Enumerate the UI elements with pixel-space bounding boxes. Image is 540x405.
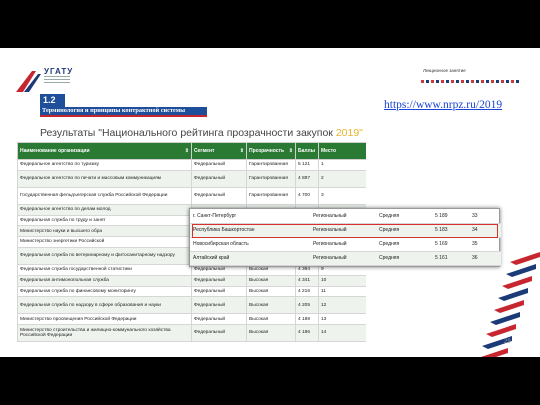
table-cell: Федеральный	[191, 159, 247, 171]
table-cell: Высокая	[246, 285, 296, 298]
table-cell: 12	[318, 296, 366, 315]
table-cell: Министерство строительства и жилищно-ком…	[17, 324, 192, 343]
heading-prefix: Результаты "Национального рейтинга прозр…	[40, 127, 336, 139]
page-number: 29	[504, 339, 511, 345]
regional-row[interactable]: Алтайский край Региональный Средняя 5 161 36	[190, 251, 501, 266]
table-cell: Гарантированная	[246, 169, 296, 188]
regional-cell: Средняя	[376, 251, 432, 266]
table-cell: Федеральная служба по труду и занят	[17, 214, 192, 227]
table-row[interactable]: Федеральная служба по финансовому монито…	[17, 285, 366, 298]
table-cell: Федеральная служба по надзору в сфере об…	[17, 296, 192, 315]
column-header-transparency[interactable]: Прозрачность ⇕	[246, 142, 296, 160]
table-cell: Федеральная служба по ветеринарному и фи…	[17, 246, 192, 265]
decorative-stripe	[486, 324, 516, 337]
table-row[interactable]: Министерство просвещения Российской Феде…	[17, 313, 366, 326]
regional-cell: г. Санкт-Петербург	[190, 209, 310, 224]
table-row[interactable]: Министерство строительства и жилищно-ком…	[17, 324, 366, 343]
table-cell: Федеральный	[191, 313, 247, 326]
regional-cell: Региональный	[310, 237, 376, 252]
table-row[interactable]: Федеральное агентство по печати и массов…	[17, 169, 366, 188]
table-cell: Гарантированная	[246, 159, 296, 171]
decorative-stripes-icon	[481, 252, 540, 357]
table-cell: 4 700	[295, 186, 319, 205]
table-cell: 4 216	[295, 285, 319, 298]
table-cell: Федеральное агентство по делам молод	[17, 203, 192, 216]
regional-row[interactable]: Новосибирская область Региональный Средняя…	[190, 237, 501, 252]
decorative-stripe	[510, 252, 540, 265]
table-cell: Федеральная антимонопольная служба	[17, 274, 192, 287]
table-cell: 1	[318, 159, 366, 171]
decorative-stripe	[421, 80, 521, 83]
lecture-caption: Лекционное занятие	[423, 68, 466, 73]
table-cell: Федеральная служба по финансовому монито…	[17, 285, 192, 298]
regional-cell: Региональный	[310, 209, 376, 224]
column-header-segment[interactable]: Сегмент ⇕	[191, 142, 247, 160]
table-cell: 4 205	[295, 296, 319, 315]
regional-cell: Новосибирская область	[190, 237, 310, 252]
topic-bar: Терминология и принципы контрактной сист…	[40, 107, 207, 115]
logo-text: УГАТУ	[44, 67, 74, 76]
column-header-organization[interactable]: Наименование организации ⇕	[17, 142, 192, 160]
table-cell: 3	[318, 186, 366, 205]
decorative-stripe	[502, 276, 532, 289]
regional-popup: г. Санкт-Петербург Региональный Средняя 5 1…	[189, 208, 501, 267]
regional-cell: Региональный	[310, 251, 376, 266]
table-cell: 5 121	[295, 159, 319, 171]
regional-cell: 33	[469, 209, 501, 224]
table-cell: Гарантированная	[246, 186, 296, 205]
decorative-stripe	[498, 288, 528, 301]
table-cell: 14	[318, 324, 366, 343]
column-header-points[interactable]: Баллы	[295, 142, 319, 160]
decorative-stripe	[506, 264, 536, 277]
table-cell: Министерство просвещения Российской Феде…	[17, 313, 192, 326]
table-cell: Высокая	[246, 274, 296, 287]
table-row[interactable]: Федеральное агентство по туризму Федераль…	[17, 159, 366, 171]
slide-heading: Результаты "Национального рейтинга прозр…	[40, 127, 363, 139]
slide: УГАТУ Лекционное занятие 1.2 Терминологи…	[0, 48, 540, 357]
topic-bar-underline	[40, 115, 207, 117]
decorative-stripe	[490, 312, 520, 325]
decorative-stripe	[481, 348, 508, 357]
heading-suffix: "	[359, 127, 363, 139]
table-cell: Федеральное агентство по печати и массов…	[17, 169, 192, 188]
table-cell: Федеральная служба государственной стати…	[17, 263, 192, 276]
column-header-place[interactable]: Место	[318, 142, 366, 160]
table-row[interactable]: Федеральная антимонопольная служба Федера…	[17, 274, 366, 287]
table-cell: Федеральный	[191, 274, 247, 287]
table-cell: Министерство энергетики Российской	[17, 236, 192, 248]
table-cell: Федеральный	[191, 324, 247, 343]
table-cell: 4 186	[295, 324, 319, 343]
table-cell: Министерство науки и высшего обра	[17, 225, 192, 238]
table-cell: Федеральное агентство по туризму	[17, 159, 192, 171]
table-row[interactable]: Федеральная служба по надзору в сфере об…	[17, 296, 366, 315]
table-cell: 11	[318, 285, 366, 298]
table-cell: 4 188	[295, 313, 319, 326]
table-cell: Федеральный	[191, 285, 247, 298]
table-cell: Высокая	[246, 296, 296, 315]
table-cell: 10	[318, 274, 366, 287]
table-row[interactable]: Государственная фельдъегерская служба Ро…	[17, 186, 366, 205]
table-cell: Высокая	[246, 313, 296, 326]
table-cell: 4 341	[295, 274, 319, 287]
table-cell: Высокая	[246, 324, 296, 343]
regional-cell: 5 189	[432, 209, 469, 224]
table-cell: 2	[318, 169, 366, 188]
rating-link[interactable]: https://www.nrpz.ru/2019	[384, 99, 502, 111]
decorative-stripe	[494, 300, 524, 313]
logo-subtitle-lines	[44, 76, 70, 88]
regional-cell: Средняя	[376, 237, 432, 252]
regional-cell: Средняя	[376, 209, 432, 224]
table-cell: 13	[318, 313, 366, 326]
highlight-box	[192, 224, 498, 238]
section-badge: 1.2	[40, 94, 65, 107]
table-cell: Федеральный	[191, 169, 247, 188]
heading-year: 2019	[335, 127, 360, 139]
table-cell: Государственная фельдъегерская служба Ро…	[17, 186, 192, 205]
regional-cell: Алтайский край	[190, 251, 310, 266]
regional-row[interactable]: г. Санкт-Петербург Региональный Средняя 5 1…	[190, 209, 501, 224]
table-cell: Федеральный	[191, 186, 247, 205]
table-cell: 4 887	[295, 169, 319, 188]
table-cell: Федеральный	[191, 296, 247, 315]
